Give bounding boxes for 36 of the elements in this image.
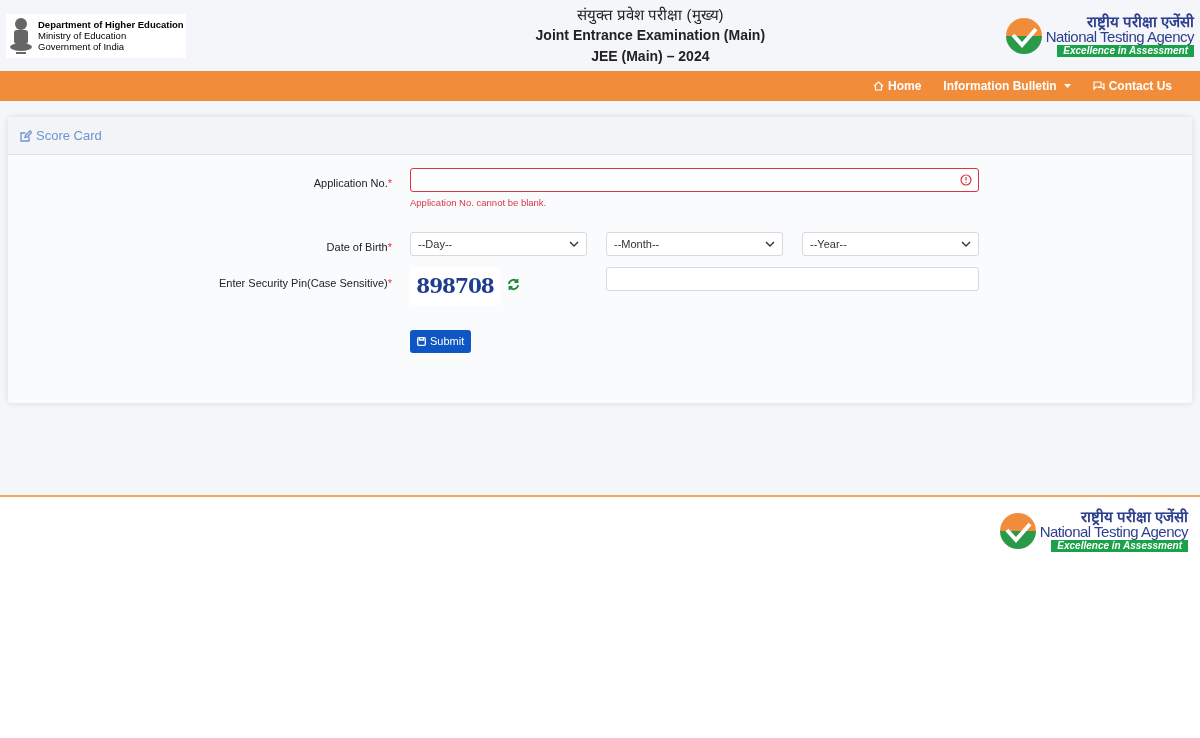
chevron-down-icon — [569, 241, 579, 247]
card-title: Score Card — [36, 126, 102, 145]
chevron-down-icon — [765, 241, 775, 247]
date-dropdown[interactable]: --Month-- — [606, 232, 783, 256]
department-name: Department of Higher Education — [38, 19, 184, 30]
required-mark: * — [387, 240, 392, 255]
date-dropdown[interactable]: --Day-- — [410, 232, 587, 256]
tick-circle-icon — [998, 511, 1037, 550]
caret-icon — [1063, 84, 1071, 88]
emblem-icon — [8, 15, 34, 56]
chevron-down-icon — [961, 241, 971, 247]
captcha-image: 898708 — [410, 267, 500, 305]
agency-tagline: Excellence in Assessment — [1051, 540, 1188, 552]
agency-tagline: Excellence in Assessment — [1057, 45, 1194, 57]
required-mark: * — [387, 276, 392, 291]
alert-icon — [960, 174, 972, 186]
page-title: Joint Entrance Examination (Main) — [535, 26, 766, 45]
chat-icon — [1092, 81, 1105, 91]
application-number-field[interactable] — [410, 168, 979, 192]
tick-circle-icon — [1004, 16, 1043, 55]
ministry-line: Ministry of Education — [38, 30, 128, 41]
page-title: संयुक्त प्रवेश परीक्षा (मुख्य) — [577, 5, 724, 25]
error-message: Application No. cannot be blank. — [410, 196, 547, 210]
submit-button[interactable]: Submit — [410, 330, 472, 353]
refresh-icon[interactable] — [507, 278, 520, 291]
field-label: Application No. — [313, 176, 388, 191]
field-label: Date of Birth — [326, 240, 388, 255]
required-mark: * — [387, 176, 392, 191]
date-dropdown[interactable]: --Year-- — [802, 232, 979, 256]
home-icon — [873, 81, 884, 91]
page-title: JEE (Main) – 2024 — [591, 47, 710, 66]
ministry-line: Government of India — [38, 41, 126, 52]
save-icon — [417, 337, 426, 346]
field-label: Enter Security Pin(Case Sensitive) — [219, 276, 388, 291]
security-pin-field[interactable] — [606, 267, 979, 291]
edit-icon — [20, 129, 32, 142]
